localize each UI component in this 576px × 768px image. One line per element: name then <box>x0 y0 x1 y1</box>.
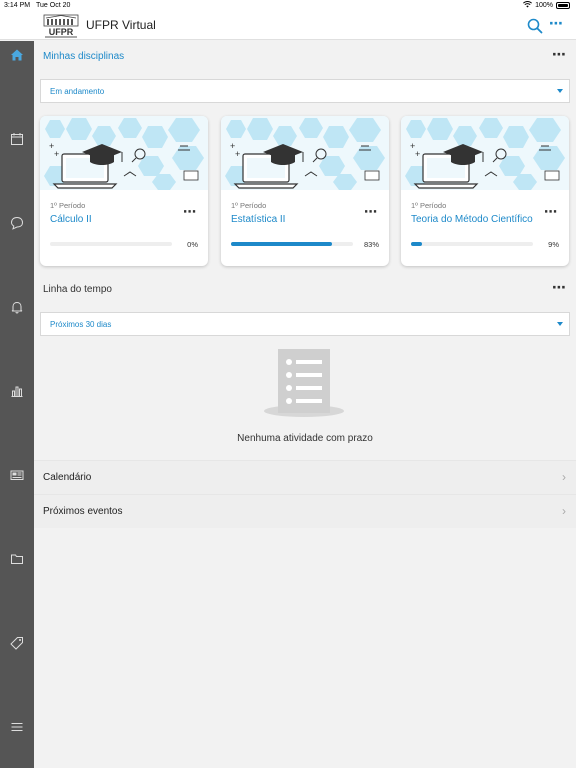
svg-text:+: + <box>54 149 59 159</box>
timeline-filter-value: Próximos 30 dias <box>50 320 112 329</box>
sidebar-item-notifications[interactable] <box>0 293 34 321</box>
sidebar-item-files[interactable] <box>0 545 34 573</box>
caret-down-icon <box>557 322 563 326</box>
course-progress-fill <box>411 242 422 246</box>
courses-section-header: Minhas disciplinas ⋯ <box>34 41 576 73</box>
calendar-link[interactable]: Calendário › <box>34 460 576 494</box>
course-period: 1º Período <box>411 201 447 210</box>
sidebar-item-calendar[interactable] <box>0 125 34 153</box>
courses-more-button[interactable]: ⋯ <box>552 46 566 63</box>
hamburger-menu-icon <box>11 723 23 731</box>
chevron-right-icon: › <box>562 470 566 484</box>
sidebar-item-messages[interactable] <box>0 209 34 237</box>
empty-state-text: Nenhuma atividade com prazo <box>237 433 373 444</box>
bar-chart-icon <box>11 386 23 397</box>
logo-text: UFPR <box>49 27 74 37</box>
upcoming-events-link[interactable]: Próximos eventos › <box>34 494 576 528</box>
battery-icon <box>556 2 570 9</box>
course-banner-image[interactable]: + + <box>221 116 389 190</box>
tag-icon <box>10 637 23 650</box>
empty-area <box>34 528 576 768</box>
chat-bubble-icon <box>10 216 24 230</box>
course-more-button[interactable]: ⋯ <box>364 204 377 220</box>
course-card[interactable]: + + 1º Período Estatística II ⋯ 83% <box>221 116 389 266</box>
course-name-link[interactable]: Cálculo II <box>50 214 175 225</box>
course-period: 1º Período <box>231 201 267 210</box>
timeline-title: Linha do tempo <box>43 284 112 295</box>
course-banner-image[interactable]: + + <box>401 116 569 190</box>
header-more-button[interactable]: ⋯ <box>549 15 563 32</box>
sidebar-item-more[interactable] <box>0 713 34 741</box>
course-more-button[interactable]: ⋯ <box>544 204 557 220</box>
svg-text:+: + <box>415 149 420 159</box>
timeline-section-header: Linha do tempo ⋯ <box>34 274 576 306</box>
svg-text:+: + <box>235 149 240 159</box>
course-progress-label: 9% <box>548 240 559 249</box>
course-name-link[interactable]: Teoria do Método Científico <box>411 214 536 225</box>
main-content: Minhas disciplinas ⋯ Em andamento + + 1º… <box>34 41 576 768</box>
course-card[interactable]: + + 1º Período Teoria do Método Científi… <box>401 116 569 266</box>
timeline-empty-state: Nenhuma atividade com prazo <box>34 337 576 460</box>
chevron-right-icon: › <box>562 504 566 518</box>
empty-list-icon <box>264 349 344 417</box>
upcoming-events-label: Próximos eventos <box>43 506 123 517</box>
page-title: UFPR Virtual <box>86 18 156 32</box>
news-icon <box>10 470 24 480</box>
calendar-link-label: Calendário <box>43 472 92 483</box>
course-progress-fill <box>231 242 333 246</box>
course-cards: + + 1º Período Cálculo II ⋯ 0% + + 1º Pe… <box>34 113 576 273</box>
status-time: 3:14 PM <box>4 2 31 9</box>
wifi-icon <box>523 1 533 10</box>
course-card[interactable]: + + 1º Período Cálculo II ⋯ 0% <box>40 116 208 266</box>
course-progress-label: 83% <box>363 240 379 249</box>
course-more-button[interactable]: ⋯ <box>183 204 196 220</box>
search-icon[interactable] <box>526 17 544 35</box>
courses-title[interactable]: Minhas disciplinas <box>43 51 124 62</box>
course-banner-image[interactable]: + + <box>40 116 208 190</box>
timeline-more-button[interactable]: ⋯ <box>552 279 566 296</box>
sidebar <box>0 41 34 768</box>
sidebar-item-grades[interactable] <box>0 377 34 405</box>
course-name-link[interactable]: Estatística II <box>231 214 356 225</box>
bell-icon <box>11 301 23 314</box>
status-bar: 3:14 PM Tue Oct 20 100% <box>0 0 576 12</box>
calendar-icon <box>11 133 23 145</box>
sidebar-item-tags[interactable] <box>0 629 34 657</box>
courses-filter-select[interactable]: Em andamento <box>40 79 570 103</box>
course-progress-bar <box>411 242 533 246</box>
status-date: Tue Oct 20 <box>36 2 71 9</box>
sidebar-item-home[interactable] <box>0 41 34 69</box>
timeline-filter-select[interactable]: Próximos 30 dias <box>40 312 570 336</box>
course-period: 1º Período <box>50 201 86 210</box>
app-header: UFPR UFPR Virtual ⋯ <box>0 12 576 40</box>
courses-filter-value: Em andamento <box>50 87 105 96</box>
ufpr-logo: UFPR <box>42 14 80 38</box>
sidebar-item-news[interactable] <box>0 461 34 489</box>
course-progress-bar <box>50 242 172 246</box>
course-progress-label: 0% <box>187 240 198 249</box>
home-icon <box>11 49 23 61</box>
battery-percent: 100% <box>535 2 553 9</box>
caret-down-icon <box>557 89 563 93</box>
folder-icon <box>11 554 23 564</box>
course-progress-bar <box>231 242 353 246</box>
